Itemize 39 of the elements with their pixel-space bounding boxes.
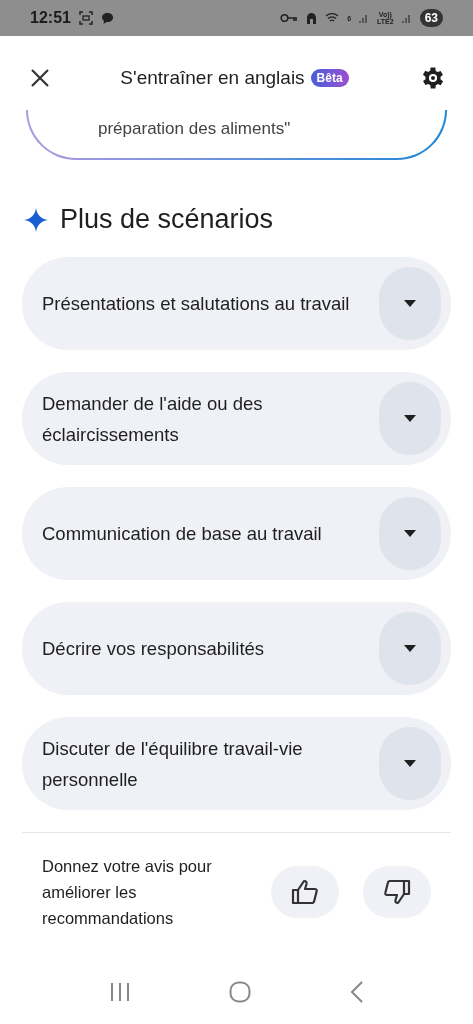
scenario-item[interactable]: Discuter de l'équilibre travail-vie personnelle (22, 717, 451, 810)
scenario-label: Communication de base au travail (42, 522, 323, 546)
back-icon[interactable] (349, 981, 364, 1003)
recent-apps-icon[interactable] (109, 982, 132, 1002)
battery-level: 63 (419, 9, 443, 27)
caret-icon (404, 645, 416, 652)
scenario-item[interactable]: Décrire vos responsabilités (22, 602, 451, 695)
caret-icon (404, 530, 416, 537)
scenario-card[interactable]: préparation des aliments" (26, 110, 447, 160)
home-icon (306, 12, 318, 24)
screenshot-icon (78, 11, 93, 25)
chat-bubble-icon (100, 11, 114, 25)
scenario-item[interactable]: Présentations et salutations au travail (22, 257, 451, 350)
scenario-item[interactable]: Demander de l'aide ou des éclaircissements (22, 372, 451, 465)
thumbs-down-button[interactable] (363, 866, 431, 918)
home-button-icon[interactable] (229, 981, 252, 1003)
caret-icon (404, 415, 416, 422)
scenario-label: Présentations et salutations au travail (42, 292, 351, 316)
close-icon[interactable] (30, 68, 50, 88)
scenario-label: Discuter de l'équilibre travail-vie personnelle (42, 736, 304, 792)
scenario-label: Décrire vos responsabilités (42, 637, 266, 661)
scenario-text: préparation des aliments" (98, 119, 291, 139)
feedback-text: Donnez votre avis pour améliorer les recommandations (42, 856, 213, 929)
status-time: 12:51 (30, 9, 71, 27)
page-title: S'entraîner en anglais (120, 67, 305, 89)
sparkle-icon (24, 207, 48, 232)
thumbs-up-icon (291, 879, 319, 905)
section-title: Plus de scénarios (60, 204, 274, 235)
scenario-label: Demander de l'aide ou des éclaircissements (42, 391, 264, 447)
caret-icon (404, 760, 416, 767)
scenario-item[interactable]: Communication de base au travail (22, 487, 451, 580)
thumbs-down-icon (383, 879, 411, 905)
signal-icon (401, 12, 412, 24)
key-icon (280, 13, 299, 23)
caret-icon (404, 300, 416, 307)
thumbs-up-button[interactable] (271, 866, 339, 918)
wifi-icon (325, 12, 340, 24)
signal-icon (359, 12, 370, 24)
beta-badge: Bêta (310, 69, 349, 87)
